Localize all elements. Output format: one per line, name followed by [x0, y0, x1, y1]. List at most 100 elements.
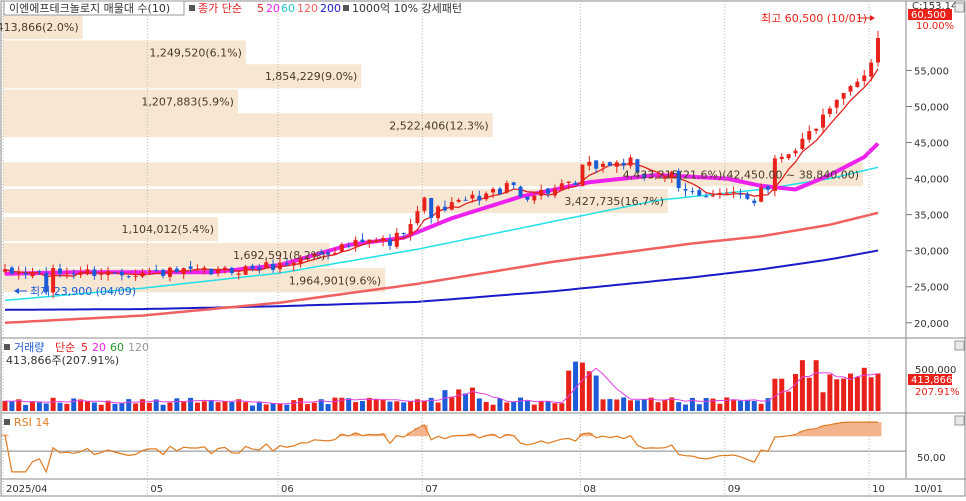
- volume-bar[interactable]: [827, 374, 833, 411]
- candle-body[interactable]: [855, 81, 860, 88]
- volume-bar[interactable]: [249, 405, 255, 411]
- volume-bar[interactable]: [64, 403, 70, 411]
- candle-body[interactable]: [491, 188, 496, 193]
- candle-body[interactable]: [827, 108, 832, 114]
- candle-body[interactable]: [807, 131, 812, 140]
- candle-body[interactable]: [690, 191, 695, 193]
- volume-bar[interactable]: [600, 399, 606, 411]
- candle-body[interactable]: [112, 272, 117, 274]
- volume-bar[interactable]: [401, 402, 407, 411]
- candle-body[interactable]: [779, 156, 784, 160]
- candle-body[interactable]: [381, 238, 386, 242]
- candle-body[interactable]: [167, 267, 172, 277]
- volume-bar[interactable]: [43, 403, 49, 411]
- candle-body[interactable]: [504, 183, 509, 193]
- candle-body[interactable]: [607, 162, 612, 166]
- candle-body[interactable]: [711, 195, 716, 197]
- volume-bar[interactable]: [373, 398, 379, 411]
- candle-body[interactable]: [525, 196, 530, 200]
- volume-bar[interactable]: [133, 403, 139, 411]
- volume-bar[interactable]: [229, 402, 235, 411]
- candle-body[interactable]: [594, 160, 599, 169]
- candle-body[interactable]: [442, 206, 447, 211]
- volume-bar[interactable]: [298, 397, 304, 411]
- volume-bar[interactable]: [511, 401, 517, 411]
- candle-body[interactable]: [174, 268, 179, 273]
- candle-body[interactable]: [738, 193, 743, 195]
- candle-body[interactable]: [436, 206, 441, 219]
- candle-body[interactable]: [106, 271, 111, 275]
- volume-bar[interactable]: [545, 401, 551, 411]
- volume-bar[interactable]: [442, 390, 448, 411]
- volume-bar[interactable]: [256, 401, 262, 411]
- candle-body[interactable]: [841, 93, 846, 99]
- volume-bar[interactable]: [552, 403, 558, 411]
- volume-bar[interactable]: [181, 401, 187, 411]
- candle-body[interactable]: [621, 162, 626, 166]
- candle-body[interactable]: [78, 272, 83, 275]
- volume-bar[interactable]: [2, 401, 8, 411]
- volume-bar[interactable]: [696, 404, 702, 411]
- candle-body[interactable]: [552, 188, 557, 196]
- volume-bar[interactable]: [311, 402, 317, 411]
- candle-body[interactable]: [484, 193, 489, 200]
- candle-body[interactable]: [147, 270, 152, 272]
- chart-canvas[interactable]: 413,866(2.0%) 1,249,520(6.1%) 1,854,229(9.…: [0, 0, 966, 497]
- candle-body[interactable]: [257, 267, 262, 270]
- volume-bar[interactable]: [456, 389, 462, 411]
- volume-bar[interactable]: [421, 400, 427, 411]
- volume-bar[interactable]: [215, 402, 221, 411]
- volume-bar[interactable]: [676, 402, 682, 411]
- candle-body[interactable]: [387, 239, 392, 246]
- candle-body[interactable]: [332, 252, 337, 254]
- candle-body[interactable]: [697, 190, 702, 196]
- candle-body[interactable]: [793, 150, 798, 154]
- candle-body[interactable]: [848, 86, 853, 92]
- volume-bar[interactable]: [36, 402, 42, 411]
- volume-bar[interactable]: [861, 367, 867, 411]
- candle-body[interactable]: [119, 271, 124, 276]
- candle-body[interactable]: [862, 75, 867, 81]
- candle-body[interactable]: [188, 266, 193, 269]
- candle-body[interactable]: [800, 138, 805, 149]
- candle-body[interactable]: [704, 196, 709, 198]
- candle-body[interactable]: [869, 62, 874, 77]
- volume-bar[interactable]: [284, 404, 290, 411]
- volume-bar[interactable]: [270, 403, 276, 411]
- candle-body[interactable]: [71, 273, 76, 275]
- candle-body[interactable]: [126, 276, 131, 278]
- volume-bar[interactable]: [641, 399, 647, 411]
- volume-bar[interactable]: [201, 401, 207, 411]
- candle-body[interactable]: [99, 273, 104, 275]
- candle-body[interactable]: [16, 272, 21, 274]
- volume-bar[interactable]: [738, 400, 744, 411]
- volume-bar[interactable]: [779, 378, 785, 411]
- volume-bar[interactable]: [504, 402, 510, 411]
- candle-body[interactable]: [353, 239, 358, 247]
- candle-body[interactable]: [23, 272, 28, 275]
- candle-body[interactable]: [394, 232, 399, 247]
- candle-body[interactable]: [717, 192, 722, 194]
- volume-bar[interactable]: [91, 402, 97, 411]
- volume-bar[interactable]: [208, 399, 214, 411]
- volume-bar[interactable]: [875, 373, 881, 411]
- volume-bar[interactable]: [786, 391, 792, 411]
- candle-body[interactable]: [277, 262, 282, 270]
- volume-bar[interactable]: [717, 403, 723, 411]
- candle-body[interactable]: [759, 187, 764, 202]
- volume-bar[interactable]: [490, 404, 496, 411]
- volume-bar[interactable]: [483, 401, 489, 411]
- candle-body[interactable]: [9, 267, 14, 274]
- candle-body[interactable]: [463, 199, 468, 201]
- candle-body[interactable]: [614, 162, 619, 167]
- volume-bar[interactable]: [683, 404, 689, 411]
- volume-bar[interactable]: [167, 402, 173, 411]
- volume-bar[interactable]: [476, 398, 482, 411]
- candle-body[interactable]: [821, 114, 826, 128]
- volume-bar[interactable]: [662, 399, 668, 411]
- volume-bar[interactable]: [518, 397, 524, 411]
- volume-bar[interactable]: [751, 400, 757, 411]
- candle-body[interactable]: [3, 269, 7, 272]
- candle-body[interactable]: [834, 99, 839, 108]
- volume-bar[interactable]: [559, 403, 565, 411]
